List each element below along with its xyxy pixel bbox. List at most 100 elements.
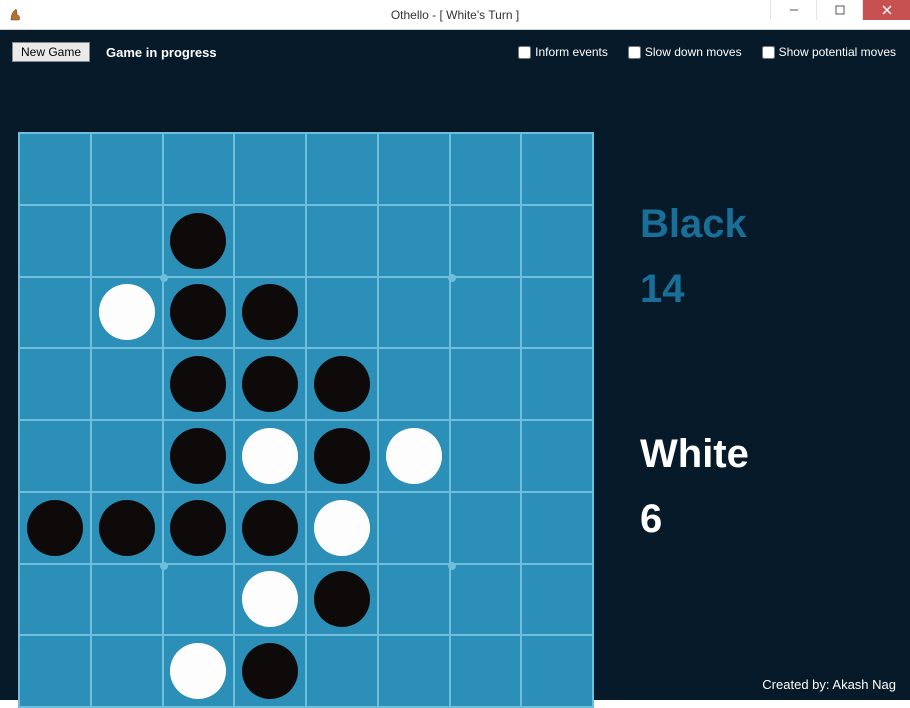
board-cell[interactable]	[379, 134, 451, 206]
board-cell[interactable]	[307, 349, 379, 421]
board-cell[interactable]	[92, 134, 164, 206]
board-cell[interactable]	[522, 636, 594, 708]
checkbox-show-potential-moves-input[interactable]	[762, 46, 775, 59]
piece-black	[170, 356, 226, 412]
board-cell[interactable]	[379, 421, 451, 493]
piece-black	[242, 356, 298, 412]
board-cell[interactable]	[164, 636, 236, 708]
window-titlebar: Othello - [ White's Turn ]	[0, 0, 910, 30]
board-cell[interactable]	[451, 421, 523, 493]
checkbox-label: Slow down moves	[645, 45, 742, 59]
board-cell[interactable]	[235, 636, 307, 708]
board-cell[interactable]	[235, 349, 307, 421]
score-panel: Black 14 White 6	[640, 132, 890, 662]
checkbox-slow-down-moves[interactable]: Slow down moves	[628, 45, 742, 59]
board-cell[interactable]	[379, 636, 451, 708]
board-cell[interactable]	[164, 421, 236, 493]
board-cell[interactable]	[235, 206, 307, 278]
board-cell[interactable]	[92, 421, 164, 493]
board-cell[interactable]	[235, 278, 307, 350]
board-cell[interactable]	[379, 206, 451, 278]
board-cell[interactable]	[522, 349, 594, 421]
board-cell[interactable]	[451, 206, 523, 278]
board-cell[interactable]	[307, 565, 379, 637]
board-cell[interactable]	[92, 278, 164, 350]
board-cell[interactable]	[307, 636, 379, 708]
board-cell[interactable]	[451, 493, 523, 565]
board-cell[interactable]	[307, 134, 379, 206]
checkbox-inform-events[interactable]: Inform events	[518, 45, 608, 59]
board-cell[interactable]	[235, 493, 307, 565]
guide-dot	[448, 274, 456, 282]
board-cell[interactable]	[92, 636, 164, 708]
board-cell[interactable]	[20, 206, 92, 278]
board-cell[interactable]	[20, 134, 92, 206]
board-cell[interactable]	[379, 493, 451, 565]
board-cell[interactable]	[379, 278, 451, 350]
board-cell[interactable]	[20, 565, 92, 637]
close-button[interactable]	[862, 0, 910, 20]
board-cell[interactable]	[307, 493, 379, 565]
board-cell[interactable]	[451, 636, 523, 708]
piece-black	[170, 500, 226, 556]
board-cell[interactable]	[20, 493, 92, 565]
piece-black	[99, 500, 155, 556]
piece-white	[314, 500, 370, 556]
new-game-button[interactable]: New Game	[12, 42, 90, 62]
piece-black	[170, 428, 226, 484]
board-cell[interactable]	[92, 206, 164, 278]
board-cell[interactable]	[164, 206, 236, 278]
checkbox-slow-down-moves-input[interactable]	[628, 46, 641, 59]
window-title: Othello - [ White's Turn ]	[391, 8, 519, 22]
maximize-button[interactable]	[816, 0, 862, 20]
game-status: Game in progress	[106, 45, 217, 60]
board-cell[interactable]	[307, 206, 379, 278]
board-cell[interactable]	[522, 206, 594, 278]
board-cell[interactable]	[235, 134, 307, 206]
piece-white	[386, 428, 442, 484]
board-cell[interactable]	[235, 421, 307, 493]
board-cell[interactable]	[92, 565, 164, 637]
board-cell[interactable]	[522, 565, 594, 637]
app-icon	[8, 7, 24, 23]
board-cell[interactable]	[451, 278, 523, 350]
piece-black	[242, 500, 298, 556]
board-cell[interactable]	[164, 565, 236, 637]
guide-dot	[448, 562, 456, 570]
minimize-button[interactable]	[770, 0, 816, 20]
board-cell[interactable]	[92, 493, 164, 565]
score-black-value: 14	[640, 267, 890, 312]
board-cell[interactable]	[522, 278, 594, 350]
score-white-label: White	[640, 432, 890, 477]
guide-dot	[160, 562, 168, 570]
board-cell[interactable]	[451, 349, 523, 421]
board-cell[interactable]	[307, 278, 379, 350]
board-cell[interactable]	[20, 349, 92, 421]
board-cell[interactable]	[307, 421, 379, 493]
piece-white	[242, 571, 298, 627]
board-cell[interactable]	[379, 565, 451, 637]
credits-label: Created by: Akash Nag	[762, 677, 896, 692]
piece-black	[170, 213, 226, 269]
checkbox-show-potential-moves[interactable]: Show potential moves	[762, 45, 896, 59]
board-cell[interactable]	[20, 421, 92, 493]
board-cell[interactable]	[164, 493, 236, 565]
piece-black	[314, 356, 370, 412]
piece-white	[170, 643, 226, 699]
board-cell[interactable]	[164, 134, 236, 206]
board-cell[interactable]	[20, 636, 92, 708]
board-cell[interactable]	[379, 349, 451, 421]
board-cell[interactable]	[92, 349, 164, 421]
board-cell[interactable]	[235, 565, 307, 637]
piece-black	[314, 428, 370, 484]
app-body: New Game Game in progress Inform events …	[0, 30, 910, 700]
board-cell[interactable]	[164, 349, 236, 421]
board-cell[interactable]	[164, 278, 236, 350]
board-cell[interactable]	[20, 278, 92, 350]
board-cell[interactable]	[522, 493, 594, 565]
checkbox-inform-events-input[interactable]	[518, 46, 531, 59]
board-cell[interactable]	[522, 421, 594, 493]
board-cell[interactable]	[451, 134, 523, 206]
board-cell[interactable]	[451, 565, 523, 637]
board-cell[interactable]	[522, 134, 594, 206]
